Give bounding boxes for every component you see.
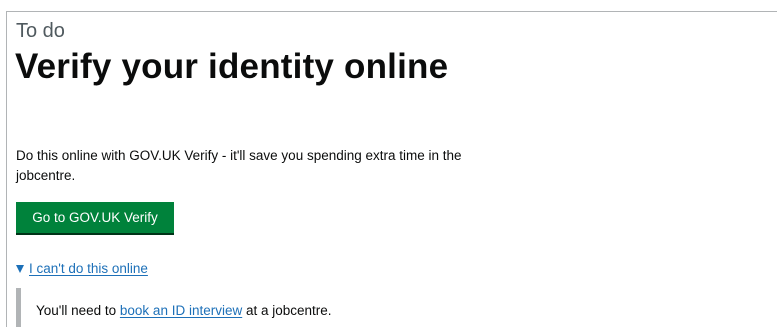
book-id-interview-link[interactable]: book an ID interview [120, 303, 242, 318]
page-title: Verify your identity online [15, 47, 449, 86]
details-text-after: at a jobcentre. [242, 303, 332, 318]
triangle-down-icon [16, 265, 24, 273]
intro-text: Do this online with GOV.UK Verify - it'l… [16, 148, 462, 183]
details-summary-toggle[interactable]: I can't do this online [16, 259, 148, 279]
go-to-verify-button[interactable]: Go to GOV.UK Verify [16, 202, 174, 233]
details-summary-label: I can't do this online [29, 261, 148, 276]
details-text: You'll need to book an ID interview at a… [36, 288, 332, 321]
details-content: You'll need to book an ID interview at a… [16, 288, 332, 327]
details-text-before: You'll need to [36, 303, 120, 318]
task-caption: To do [16, 20, 65, 42]
